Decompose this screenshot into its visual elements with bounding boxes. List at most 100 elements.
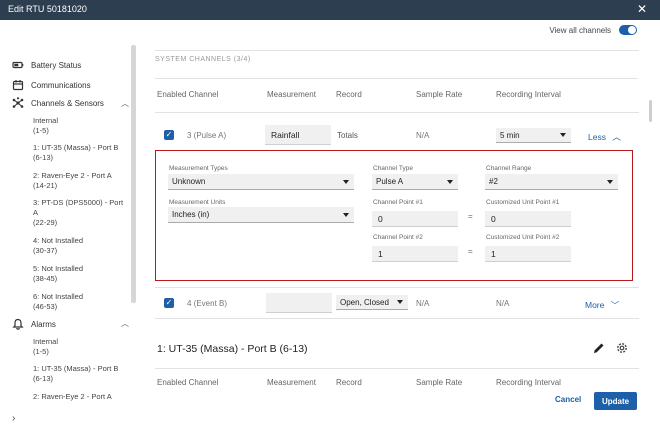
less-toggle[interactable]: Less ︿ <box>588 131 621 143</box>
subitem-range: (1-5) <box>33 347 49 356</box>
equals-sign: = <box>468 212 473 221</box>
pencil-icon[interactable] <box>592 341 606 355</box>
sidebar-subitem-ch6[interactable]: 6: Not Installed (46-53) <box>33 292 83 312</box>
subitem-label-cont: A <box>33 208 39 217</box>
row-record: Totals <box>337 131 358 140</box>
divider <box>155 50 639 51</box>
subitem-label: 2: Raven-Eye 2 - Port A <box>33 392 112 401</box>
col-header-measurement: Measurement <box>267 90 316 99</box>
measurement-input[interactable] <box>266 293 332 313</box>
subitem-range: (46-53) <box>33 302 58 311</box>
chevron-down-icon <box>343 179 349 184</box>
col-header-interval: Recording Interval <box>496 90 561 99</box>
subitem-label: 1: UT-35 (Massa) - Port B <box>33 364 119 373</box>
subitem-label: 6: Not Installed <box>33 292 84 301</box>
divider <box>155 112 639 113</box>
record-select[interactable]: Open, Closed <box>336 295 408 310</box>
col-header-sample-rate: Sample Rate <box>416 90 463 99</box>
sidebar-item-label: Battery Status <box>31 60 82 70</box>
sidebar-subitem-port-b[interactable]: 1: UT-35 (Massa) - Port B (6-13) <box>33 143 118 163</box>
battery-icon <box>12 61 24 69</box>
chevron-down-icon <box>560 133 566 137</box>
subitem-range: (38-45) <box>33 274 58 283</box>
col-header-measurement: Measurement <box>267 378 316 387</box>
row-sample-rate: N/A <box>416 299 430 308</box>
section-title: 1: UT-35 (Massa) - Port B (6-13) <box>157 343 308 355</box>
checkbox-channel-4[interactable]: ✓ <box>164 298 174 308</box>
channel-range-label: Channel Range <box>486 165 532 172</box>
checkbox-channel-3[interactable]: ✓ <box>164 130 174 140</box>
view-all-label: View all channels <box>549 25 611 35</box>
col-header-enabled: Enabled Channel <box>157 90 219 99</box>
sidebar-subitem-internal[interactable]: Internal (1-5) <box>33 116 58 136</box>
chevron-right-icon[interactable]: › <box>12 413 15 424</box>
channel-point-2-input[interactable]: 1 <box>372 246 458 262</box>
bell-icon <box>12 318 24 330</box>
sidebar-alarm-raven-eye[interactable]: 2: Raven-Eye 2 - Port A <box>33 392 112 402</box>
divider <box>155 318 639 319</box>
customized-unit-point-1-input[interactable]: 0 <box>485 211 571 227</box>
sidebar-subitem-ch5[interactable]: 5: Not Installed (38-45) <box>33 264 83 284</box>
section-title-cut: SYSTEM CHANNELS (3/4) <box>155 56 251 63</box>
sidebar-alarm-internal[interactable]: Internal (1-5) <box>33 337 58 357</box>
subitem-range: (1-5) <box>33 126 49 135</box>
subitem-label: 3: PT-DS (DPS5000) - Port <box>33 198 124 207</box>
sidebar-scrollbar[interactable] <box>131 45 136 303</box>
measurement-input[interactable]: Rainfall <box>265 125 331 145</box>
toggle-label: Less <box>588 132 606 142</box>
sidebar-subitem-ch4[interactable]: 4: Not Installed (30-37) <box>33 236 83 256</box>
sidebar-item-channels[interactable]: Channels & Sensors <box>12 97 104 109</box>
subitem-range: (6-13) <box>33 153 54 162</box>
dialog-titlebar: Edit RTU 50181020 ✕ <box>0 0 660 20</box>
toggle-label: More <box>585 300 605 310</box>
chevron-up-icon: ︿ <box>612 132 621 142</box>
chevron-down-icon <box>447 179 453 184</box>
sidebar-alarm-port-b[interactable]: 1: UT-35 (Massa) - Port B (6-13) <box>33 364 118 384</box>
subitem-label: 4: Not Installed <box>33 236 84 245</box>
channel-point-1-input[interactable]: 0 <box>372 211 458 227</box>
more-toggle[interactable]: More ﹀ <box>585 299 619 311</box>
col-header-enabled: Enabled Channel <box>157 378 219 387</box>
subitem-range: (30-37) <box>33 246 58 255</box>
sidebar-item-battery[interactable]: Battery Status <box>12 59 81 71</box>
customized-unit-point-2-label: Customized Unit Point #2 <box>486 234 560 241</box>
gear-icon[interactable] <box>615 341 629 355</box>
select-value: Open, Closed <box>340 297 389 307</box>
dialog-title: Edit RTU 50181020 <box>8 4 87 14</box>
measurement-types-label: Measurement Types <box>169 165 228 172</box>
select-value: Inches (in) <box>172 210 210 219</box>
view-all-toggle[interactable] <box>619 25 637 35</box>
subitem-range: (22-29) <box>33 218 58 227</box>
channel-type-select[interactable]: Pulse A <box>372 174 458 190</box>
update-button[interactable]: Update <box>594 392 637 410</box>
channel-point-1-label: Channel Point #1 <box>373 199 423 206</box>
cancel-button[interactable]: Cancel <box>555 395 581 404</box>
customized-unit-point-1-label: Customized Unit Point #1 <box>486 199 560 206</box>
sidebar-item-communications[interactable]: Communications <box>12 79 91 91</box>
col-header-sample-rate: Sample Rate <box>416 378 463 387</box>
measurement-units-label: Measurement Units <box>169 199 226 206</box>
measurement-units-select[interactable]: Inches (in) <box>168 207 354 223</box>
divider <box>155 287 639 288</box>
main-scrollbar[interactable] <box>649 100 652 122</box>
toggle-knob <box>628 26 636 34</box>
subitem-range: (14-21) <box>33 181 58 190</box>
channel-range-select[interactable]: #2 <box>485 174 618 190</box>
view-all-channels-control: View all channels <box>549 25 637 35</box>
equals-sign: = <box>468 247 473 256</box>
recording-interval-select[interactable]: 5 min <box>496 128 571 143</box>
sidebar-item-alarms[interactable]: Alarms <box>12 318 56 330</box>
row-channel: 3 (Pulse A) <box>187 131 227 140</box>
measurement-types-select[interactable]: Unknown <box>168 174 354 190</box>
sidebar-subitem-raven-eye[interactable]: 2: Raven-Eye 2 - Port A (14-21) <box>33 171 112 191</box>
row-channel: 4 (Event B) <box>187 299 228 308</box>
customized-unit-point-2-input[interactable]: 1 <box>485 246 571 262</box>
chevron-down-icon: ﹀ <box>610 300 620 310</box>
sidebar-item-label: Communications <box>31 80 91 90</box>
sidebar-subitem-pt-ds[interactable]: 3: PT-DS (DPS5000) - Port A (22-29) <box>33 198 123 228</box>
chevron-down-icon <box>343 212 349 217</box>
col-header-record: Record <box>336 90 362 99</box>
close-icon[interactable]: ✕ <box>637 2 647 16</box>
select-value: 5 min <box>500 130 520 140</box>
subitem-label: Internal <box>33 337 59 346</box>
